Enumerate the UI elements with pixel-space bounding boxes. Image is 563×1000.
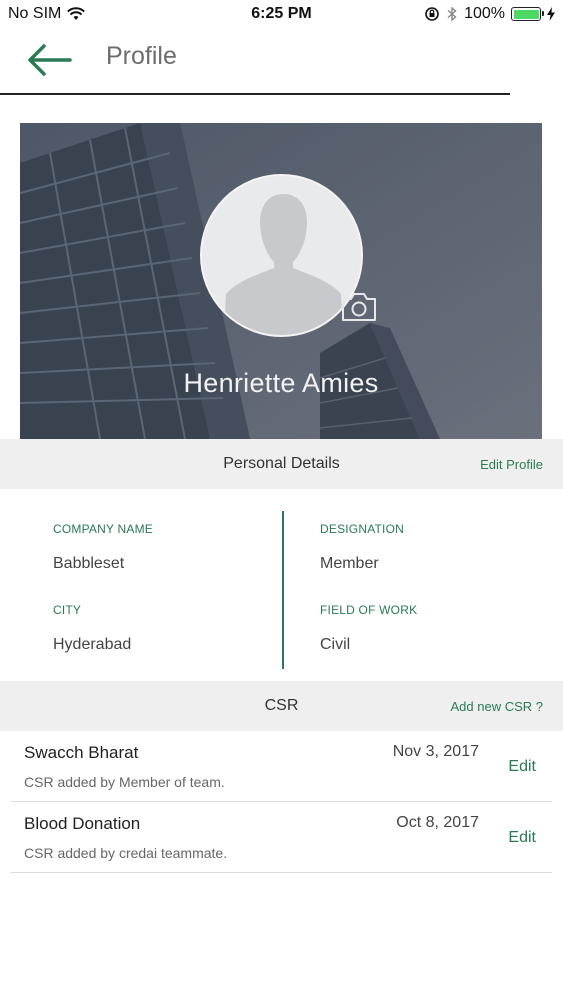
camera-button[interactable] — [340, 291, 378, 323]
csr-edit-button[interactable]: Edit — [508, 829, 536, 847]
field-of-work-label: FIELD OF WORK — [320, 603, 418, 617]
csr-header: CSR Add new CSR ? — [0, 681, 563, 731]
city-label: CITY — [53, 603, 82, 617]
csr-item-subtitle: CSR added by credai teammate. — [24, 845, 228, 861]
personal-details-header: Personal Details Edit Profile — [0, 439, 563, 489]
camera-icon — [342, 293, 376, 321]
csr-edit-button[interactable]: Edit — [508, 758, 536, 776]
field-of-work-value: Civil — [320, 636, 351, 653]
orientation-lock-icon — [425, 7, 439, 21]
page-title: Profile — [106, 42, 177, 70]
add-csr-link[interactable]: Add new CSR ? — [451, 699, 544, 714]
company-name-label: COMPANY NAME — [53, 522, 153, 536]
battery-icon — [511, 7, 544, 21]
profile-name: Henriette Amies — [183, 368, 379, 398]
bluetooth-icon — [447, 6, 457, 22]
status-right: 100% — [424, 5, 555, 23]
csr-item-title: Blood Donation — [24, 814, 141, 833]
csr-item-subtitle: CSR added by Member of team. — [24, 774, 225, 790]
csr-item-title: Swacch Bharat — [24, 743, 139, 762]
person-silhouette-icon — [224, 194, 343, 335]
app-header: Profile — [0, 30, 563, 94]
city-value: Hyderabad — [53, 636, 132, 653]
battery-percent: 100% — [464, 5, 505, 22]
designation-label: DESIGNATION — [320, 522, 404, 536]
status-bar: No SIM 6:25 PM 100% — [0, 0, 563, 30]
company-name-value: Babbleset — [53, 555, 125, 572]
back-button[interactable] — [26, 42, 72, 78]
details-divider — [282, 511, 284, 669]
edit-profile-link[interactable]: Edit Profile — [480, 457, 543, 472]
arrow-left-icon — [28, 44, 72, 76]
csr-item-date: Nov 3, 2017 — [392, 743, 479, 760]
charging-icon — [547, 7, 555, 21]
profile-banner: Henriette Amies — [20, 123, 542, 439]
personal-details-title: Personal Details — [223, 455, 340, 472]
header-divider — [0, 93, 510, 95]
csr-list-item[interactable]: Swacch Bharat CSR added by Member of tea… — [11, 731, 552, 802]
avatar[interactable] — [200, 174, 363, 337]
designation-value: Member — [320, 555, 379, 572]
csr-item-date: Oct 8, 2017 — [396, 814, 479, 831]
csr-list-item[interactable]: Blood Donation CSR added by credai teamm… — [11, 802, 552, 873]
personal-details: COMPANY NAME Babbleset CITY Hyderabad DE… — [0, 489, 563, 681]
